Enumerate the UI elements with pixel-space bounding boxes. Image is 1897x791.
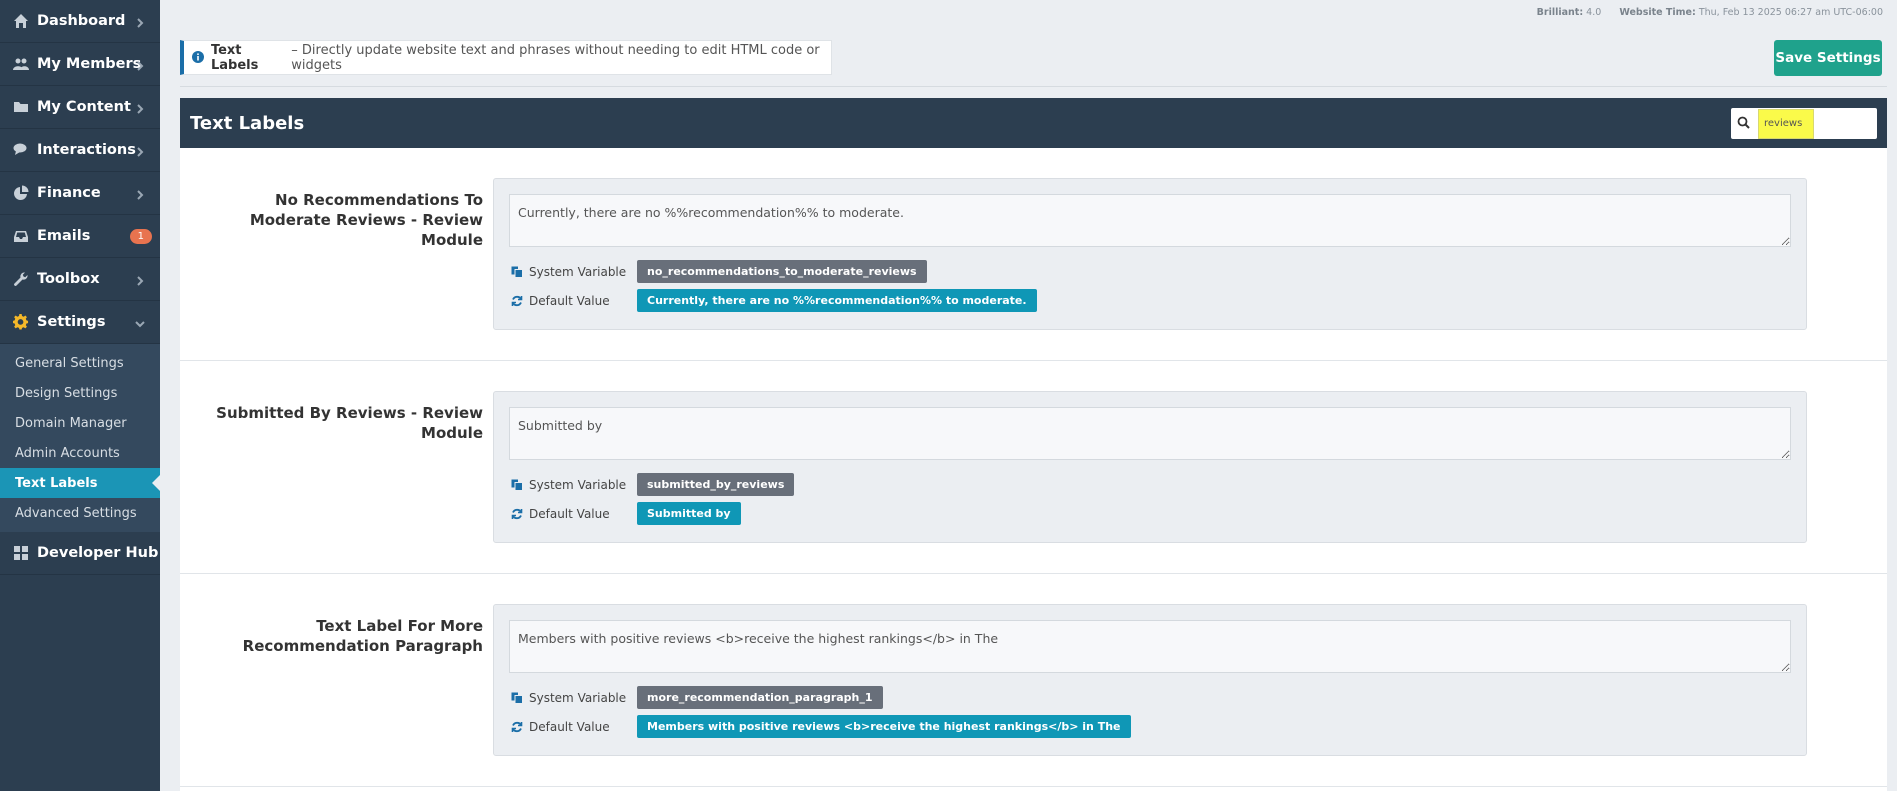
sidebar-item-label: Finance xyxy=(37,185,101,201)
sidebar-item-label: My Content xyxy=(37,99,131,115)
default-value-tag[interactable]: Members with positive reviews <b>receive… xyxy=(637,715,1131,738)
chevron-down-icon xyxy=(134,315,148,329)
default-value-line: Default Value Currently, there are no %%… xyxy=(511,289,1037,312)
subnav-item-admin-accounts[interactable]: Admin Accounts xyxy=(0,438,160,468)
top-info-bar: Brilliant: 4.0 Website Time: Thu, Feb 13… xyxy=(1537,7,1883,18)
comments-icon xyxy=(12,141,30,159)
copy-icon xyxy=(511,478,525,492)
subnav-item-design-settings[interactable]: Design Settings xyxy=(0,378,160,408)
gear-icon xyxy=(12,313,30,331)
subnav-item-domain-manager[interactable]: Domain Manager xyxy=(0,408,160,438)
system-variable-label: System Variable xyxy=(529,477,627,492)
label-value-textarea[interactable]: Currently, there are no %%recommendation… xyxy=(509,194,1791,247)
copy-icon xyxy=(511,265,525,279)
chevron-right-icon xyxy=(134,272,148,286)
system-variable-line: System Variable no_recommendations_to_mo… xyxy=(511,260,927,283)
home-icon xyxy=(12,12,30,30)
chevron-right-icon xyxy=(134,186,148,200)
sidebar-item-dashboard[interactable]: Dashboard xyxy=(0,0,160,43)
text-label-row: Submitted By Reviews - Review Module Sub… xyxy=(180,361,1887,574)
copy-icon xyxy=(511,691,525,705)
system-variable-tag[interactable]: more_recommendation_paragraph_1 xyxy=(637,686,883,709)
label-value-textarea[interactable]: Members with positive reviews <b>receive… xyxy=(509,620,1791,673)
default-value-tag[interactable]: Currently, there are no %%recommendation… xyxy=(637,289,1037,312)
wrench-icon xyxy=(12,270,30,288)
row-editor-box: Members with positive reviews <b>receive… xyxy=(493,604,1807,756)
chevron-right-icon xyxy=(134,57,148,71)
website-time-label: Website Time: xyxy=(1619,7,1696,18)
sidebar-item-label: Emails xyxy=(37,228,91,244)
search-box xyxy=(1731,108,1877,139)
subnav-item-advanced-settings[interactable]: Advanced Settings xyxy=(0,498,160,528)
sidebar-item-settings[interactable]: Settings xyxy=(0,301,160,344)
chevron-right-icon xyxy=(134,14,148,28)
system-variable-line: System Variable more_recommendation_para… xyxy=(511,686,883,709)
row-editor-box: Currently, there are no %%recommendation… xyxy=(493,178,1807,330)
sidebar-item-label: Dashboard xyxy=(37,13,126,29)
version-value: 4.0 xyxy=(1586,7,1602,18)
users-icon xyxy=(12,55,30,73)
subnav-item-text-labels[interactable]: Text Labels xyxy=(0,468,160,498)
sidebar-item-my-members[interactable]: My Members xyxy=(0,43,160,86)
system-variable-tag[interactable]: no_recommendations_to_moderate_reviews xyxy=(637,260,927,283)
row-editor-box: Submitted by System Variable submitted_b… xyxy=(493,391,1807,543)
sidebar-item-toolbox[interactable]: Toolbox xyxy=(0,258,160,301)
default-value-label: Default Value xyxy=(529,293,610,308)
save-settings-button[interactable]: Save Settings xyxy=(1774,40,1882,76)
system-variable-tag[interactable]: submitted_by_reviews xyxy=(637,473,795,496)
info-icon xyxy=(192,50,205,65)
panel-title: Text Labels xyxy=(190,112,305,134)
inbox-icon xyxy=(12,227,30,245)
sidebar-item-emails[interactable]: Emails 1 xyxy=(0,215,160,258)
info-description: – Directly update website text and phras… xyxy=(291,42,820,73)
row-label: Submitted By Reviews - Review Module xyxy=(216,404,483,442)
text-label-row: No Recommendations To Moderate Reviews -… xyxy=(180,148,1887,361)
sidebar-item-label: Toolbox xyxy=(37,271,100,287)
search-input[interactable] xyxy=(1758,108,1814,139)
grid-icon xyxy=(12,544,30,562)
default-value-tag[interactable]: Submitted by xyxy=(637,502,741,525)
system-variable-line: System Variable submitted_by_reviews xyxy=(511,473,795,496)
version-label: Brilliant: xyxy=(1536,7,1584,18)
sidebar-item-my-content[interactable]: My Content xyxy=(0,86,160,129)
sidebar-item-label: Developer Hub xyxy=(37,545,159,561)
default-value-line: Default Value Members with positive revi… xyxy=(511,715,1131,738)
sidebar-item-label: Interactions xyxy=(37,142,136,158)
page-info-box: Text Labels – Directly update website te… xyxy=(180,40,832,75)
search-icon xyxy=(1737,114,1750,133)
refresh-icon xyxy=(511,720,525,734)
sidebar: Dashboard My Members My Content Interact… xyxy=(0,0,160,791)
default-value-label: Default Value xyxy=(529,506,610,521)
website-time-value: Thu, Feb 13 2025 06:27 am UTC-06:00 xyxy=(1698,7,1883,18)
settings-subnav: General Settings Design Settings Domain … xyxy=(0,344,160,532)
sidebar-item-label: Settings xyxy=(37,314,106,330)
panel-header: Text Labels xyxy=(180,98,1887,148)
default-value-line: Default Value Submitted by xyxy=(511,502,741,525)
emails-count-badge: 1 xyxy=(129,229,152,244)
sidebar-item-developer-hub[interactable]: Developer Hub xyxy=(0,532,160,575)
row-label: No Recommendations To Moderate Reviews -… xyxy=(249,191,483,249)
row-label: Text Label For More Recommendation Parag… xyxy=(242,617,483,655)
text-labels-panel: Text Labels No Recommendations To Modera… xyxy=(180,98,1887,791)
chevron-right-icon xyxy=(134,143,148,157)
chevron-right-icon xyxy=(134,100,148,114)
default-value-label: Default Value xyxy=(529,719,610,734)
divider xyxy=(180,86,1887,87)
sidebar-item-interactions[interactable]: Interactions xyxy=(0,129,160,172)
refresh-icon xyxy=(511,507,525,521)
sidebar-item-finance[interactable]: Finance xyxy=(0,172,160,215)
system-variable-label: System Variable xyxy=(529,690,627,705)
info-title: Text Labels xyxy=(210,42,259,73)
system-variable-label: System Variable xyxy=(529,264,627,279)
text-label-row: Text Label For More Recommendation Parag… xyxy=(180,574,1887,787)
folder-icon xyxy=(12,98,30,116)
subnav-item-general-settings[interactable]: General Settings xyxy=(0,348,160,378)
sidebar-item-label: My Members xyxy=(37,56,142,72)
label-value-textarea[interactable]: Submitted by xyxy=(509,407,1791,460)
pie-chart-icon xyxy=(12,184,30,202)
refresh-icon xyxy=(511,294,525,308)
